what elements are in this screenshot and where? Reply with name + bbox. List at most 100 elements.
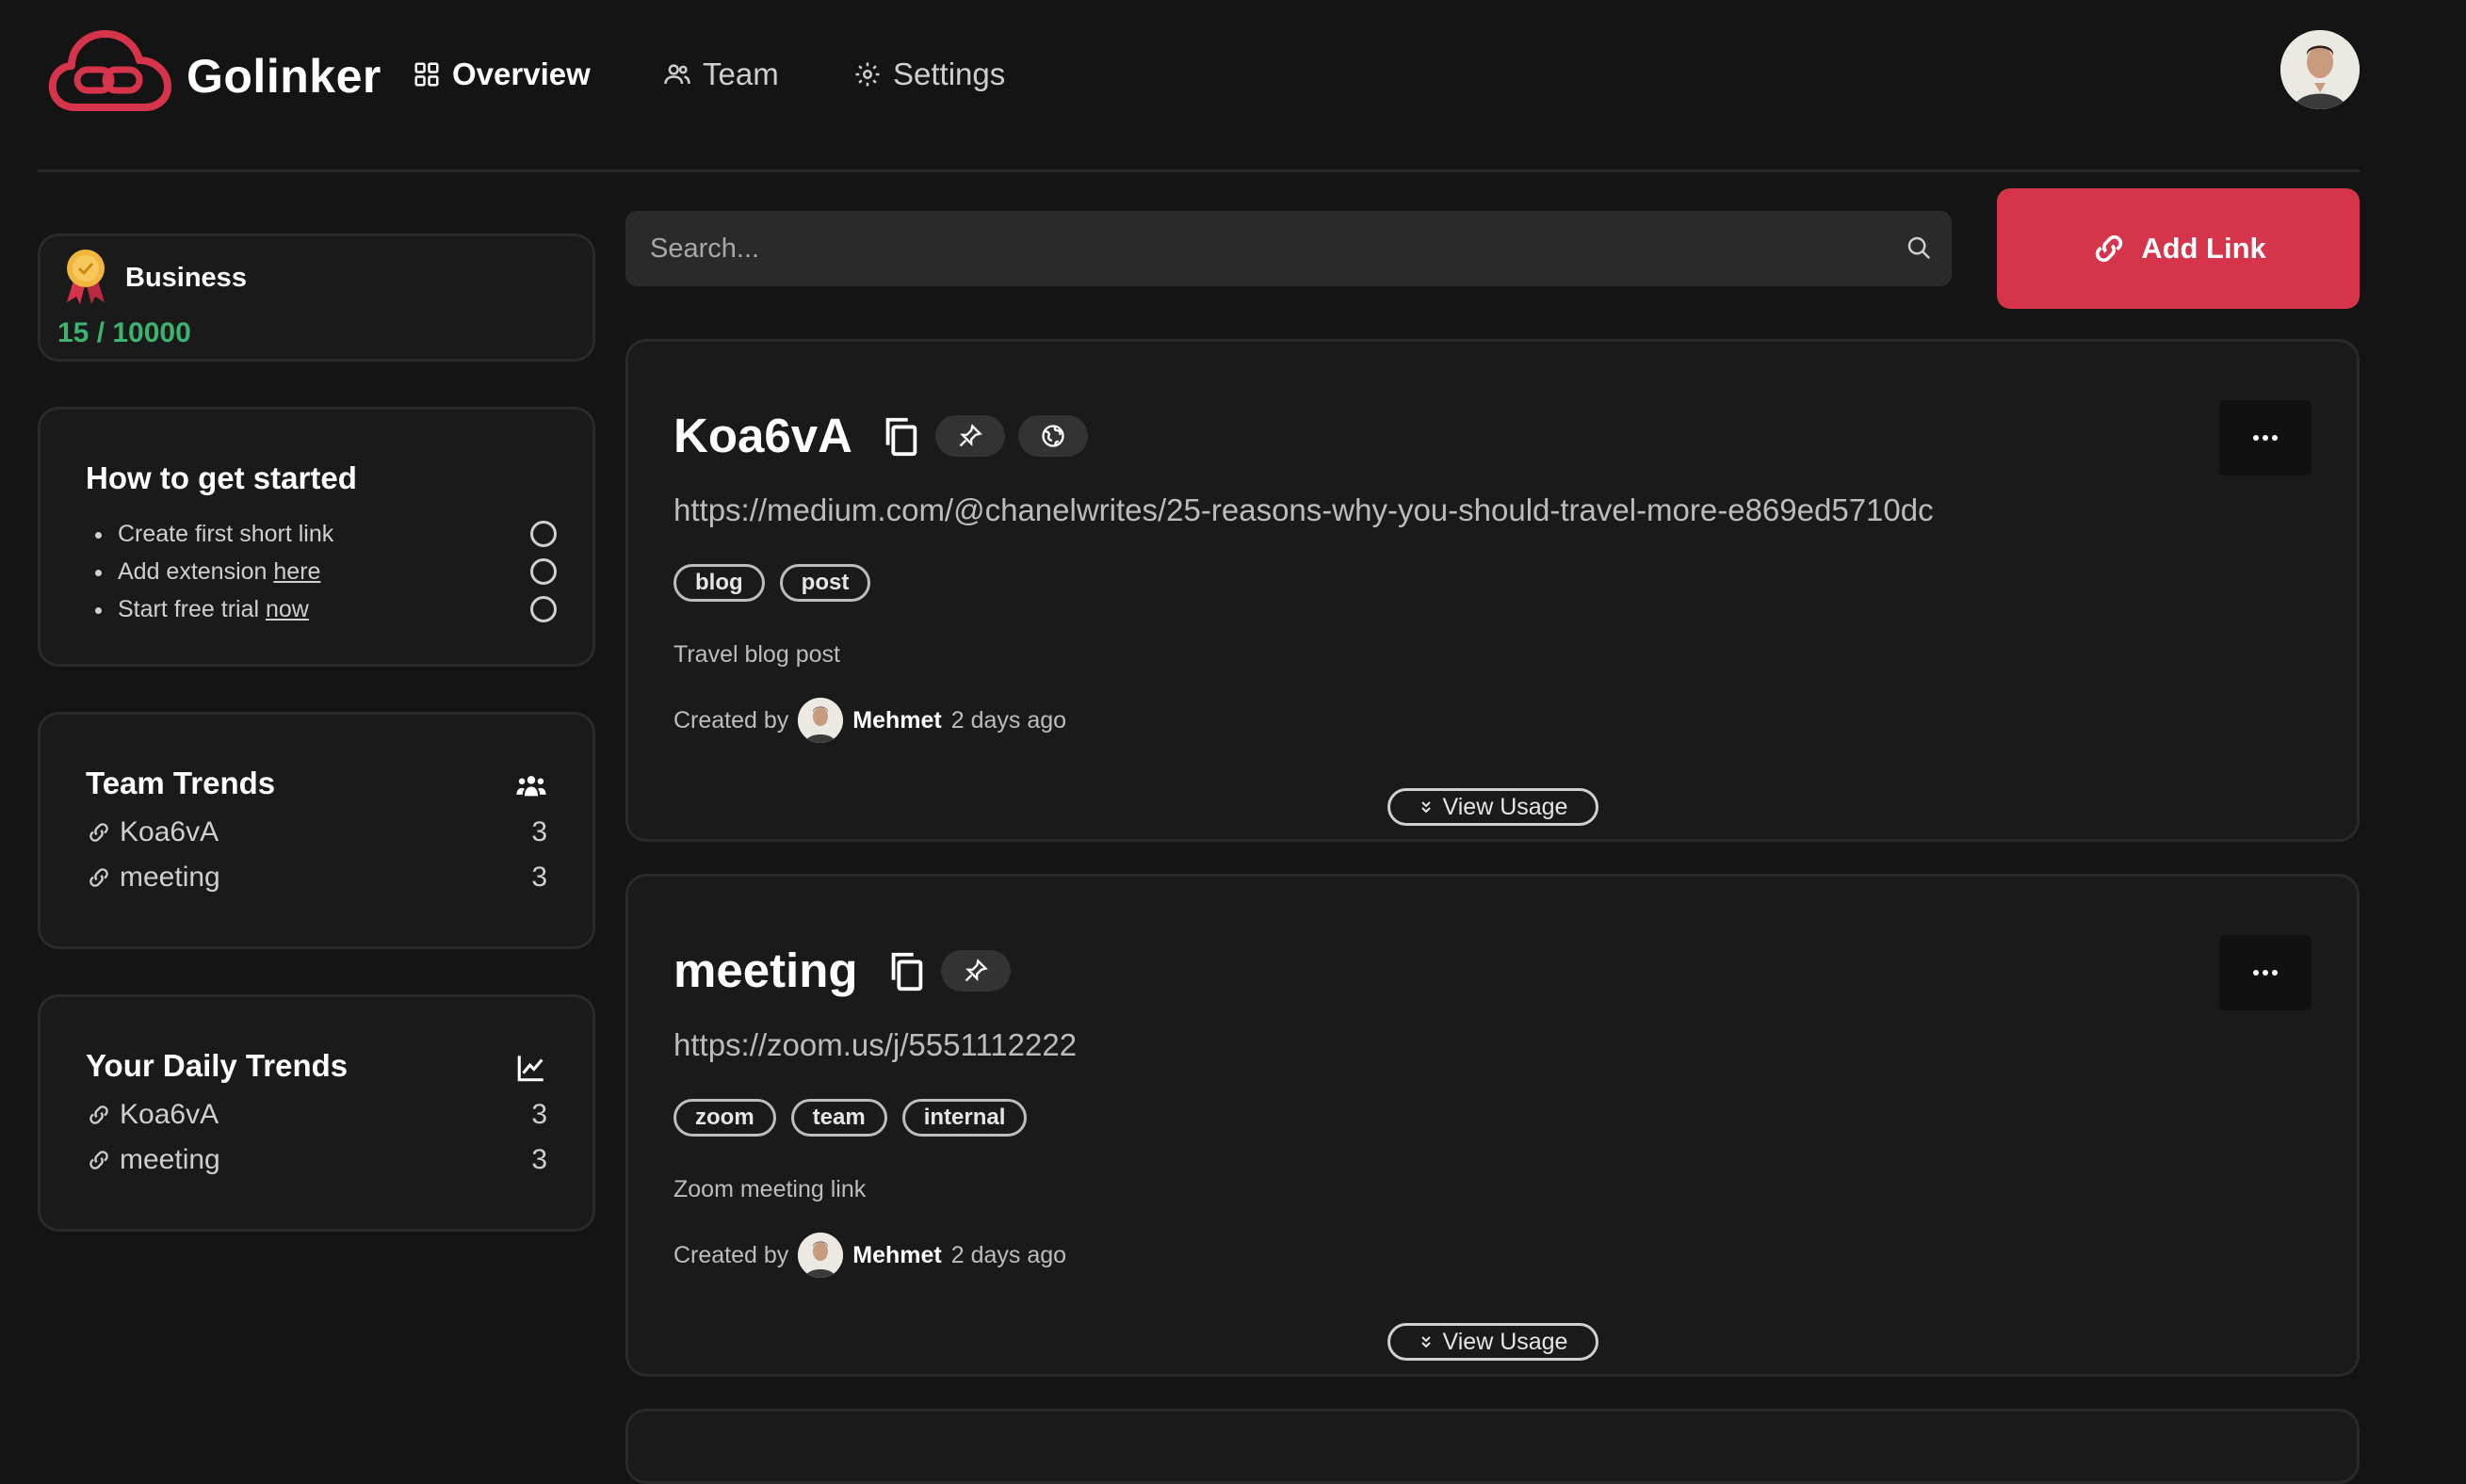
link-icon [2096,234,2123,263]
creator-name[interactable]: Mehmet [852,707,941,734]
link-icon [89,823,108,842]
nav-team-label: Team [703,56,779,91]
link-icon [89,1105,108,1124]
trend-name: Koa6vA [120,1099,219,1130]
daily-trends-title: Your Daily Trends [86,1048,349,1083]
trend-name: meeting [120,1144,220,1175]
getting-started-list: Create first short link Add extension he… [86,515,557,628]
search-icon[interactable] [1905,234,1933,262]
step-text: Create first short link [118,521,334,547]
link-icon [89,868,108,887]
trend-row[interactable]: Koa6vA 3 [86,816,547,848]
created-time: 2 days ago [950,1241,1067,1268]
add-link-button[interactable]: Add Link [1997,188,2360,309]
trend-row[interactable]: Koa6vA 3 [86,1099,547,1131]
line-chart-icon [517,1056,543,1082]
step-text: Add extension [118,558,274,585]
brand-name: Golinker [187,50,381,103]
pin-icon [965,958,988,981]
tag[interactable]: internal [901,1099,1028,1137]
checkbox-circle[interactable] [530,558,557,585]
trend-name: Koa6vA [120,816,219,847]
tag-list: zoom team internal [673,1099,1028,1137]
copy-icon[interactable] [879,414,922,458]
group-icon [516,776,546,797]
plan-name: Business [125,263,247,293]
trend-count: 3 [531,1099,547,1130]
pin-button[interactable] [934,414,1005,457]
link-title[interactable]: Koa6vA [673,408,852,463]
tag[interactable]: zoom [673,1099,776,1137]
pin-icon [959,423,982,446]
public-button[interactable] [1017,414,1088,457]
search-bar [625,211,1952,286]
users-icon [664,64,690,85]
chevrons-down-icon [1420,1336,1431,1348]
tag-list: blog post [673,564,871,602]
grid-icon [414,62,439,87]
created-by-label: Created by [673,1241,789,1268]
step-text: Start free trial [118,596,266,622]
plan-usage: 15 / 10000 [57,317,191,348]
link-icon [89,1151,108,1169]
link-description: Zoom meeting link [673,1176,867,1202]
link-url[interactable]: https://zoom.us/j/5551112222 [673,1027,1077,1063]
list-item: Start free trial now [86,590,557,628]
chevrons-down-icon [1420,801,1431,814]
pin-button[interactable] [940,949,1011,992]
nav-overview[interactable]: Overview [413,56,591,92]
nav-team[interactable]: Team [663,56,779,92]
trend-count: 3 [531,862,547,893]
created-by-label: Created by [673,706,789,734]
trend-count: 3 [531,1144,547,1175]
daily-trends-card: Your Daily Trends Koa6vA 3 meeting 3 [38,994,595,1232]
plan-card: Business 15 / 10000 [38,234,595,362]
list-item: Create first short link [86,515,557,553]
link-title[interactable]: meeting [673,943,858,998]
created-time: 2 days ago [950,706,1067,734]
getting-started-card: How to get started Create first short li… [38,407,595,667]
creator-name[interactable]: Mehmet [852,1242,941,1269]
link-card: Koa6vA https://medium.com/@chanelwrites/… [625,339,2360,842]
cloud-link-logo[interactable] [47,26,171,117]
tag[interactable]: team [790,1099,887,1137]
search-input[interactable] [625,211,1952,286]
trend-row[interactable]: meeting 3 [86,1144,547,1176]
nav-settings[interactable]: Settings [853,56,1005,92]
nav-settings-label: Settings [893,56,1006,91]
view-usage-button[interactable]: View Usage [1387,1323,1598,1361]
team-trends-title: Team Trends [86,766,276,800]
globe-icon [1042,424,1064,447]
link-card-partial [625,1409,2360,1484]
getting-started-title: How to get started [86,460,357,495]
top-header: Golinker Overview Team Settings [38,0,2360,172]
view-usage-button[interactable]: View Usage [1387,788,1598,826]
link-url[interactable]: https://medium.com/@chanelwrites/25-reas… [673,492,1934,528]
creator-info: Created by Mehmet 2 days ago [673,1233,1066,1278]
checkbox-circle[interactable] [530,521,557,547]
list-item: Add extension here [86,553,557,590]
more-options-button[interactable] [2219,935,2312,1010]
link-card: meeting https://zoom.us/j/5551112222 zoo… [625,874,2360,1377]
add-link-label: Add Link [2141,232,2266,265]
tag[interactable]: post [779,564,871,602]
nav-overview-label: Overview [452,56,591,91]
trend-count: 3 [531,816,547,847]
checkbox-circle[interactable] [530,596,557,622]
team-trends-card: Team Trends Koa6vA 3 meeting 3 [38,712,595,949]
extension-link[interactable]: here [273,558,320,585]
creator-avatar [798,698,844,743]
trend-row[interactable]: meeting 3 [86,862,547,894]
link-description: Travel blog post [673,641,840,668]
creator-avatar [798,1233,844,1278]
trend-name: meeting [120,862,220,893]
tag[interactable]: blog [673,564,765,602]
more-options-button[interactable] [2219,400,2312,476]
copy-icon[interactable] [884,949,928,992]
gear-icon [855,62,880,87]
creator-info: Created by Mehmet 2 days ago [673,698,1066,743]
user-avatar[interactable] [2280,30,2360,109]
trial-link[interactable]: now [266,596,309,622]
view-usage-label: View Usage [1442,1328,1568,1355]
view-usage-label: View Usage [1442,793,1568,820]
